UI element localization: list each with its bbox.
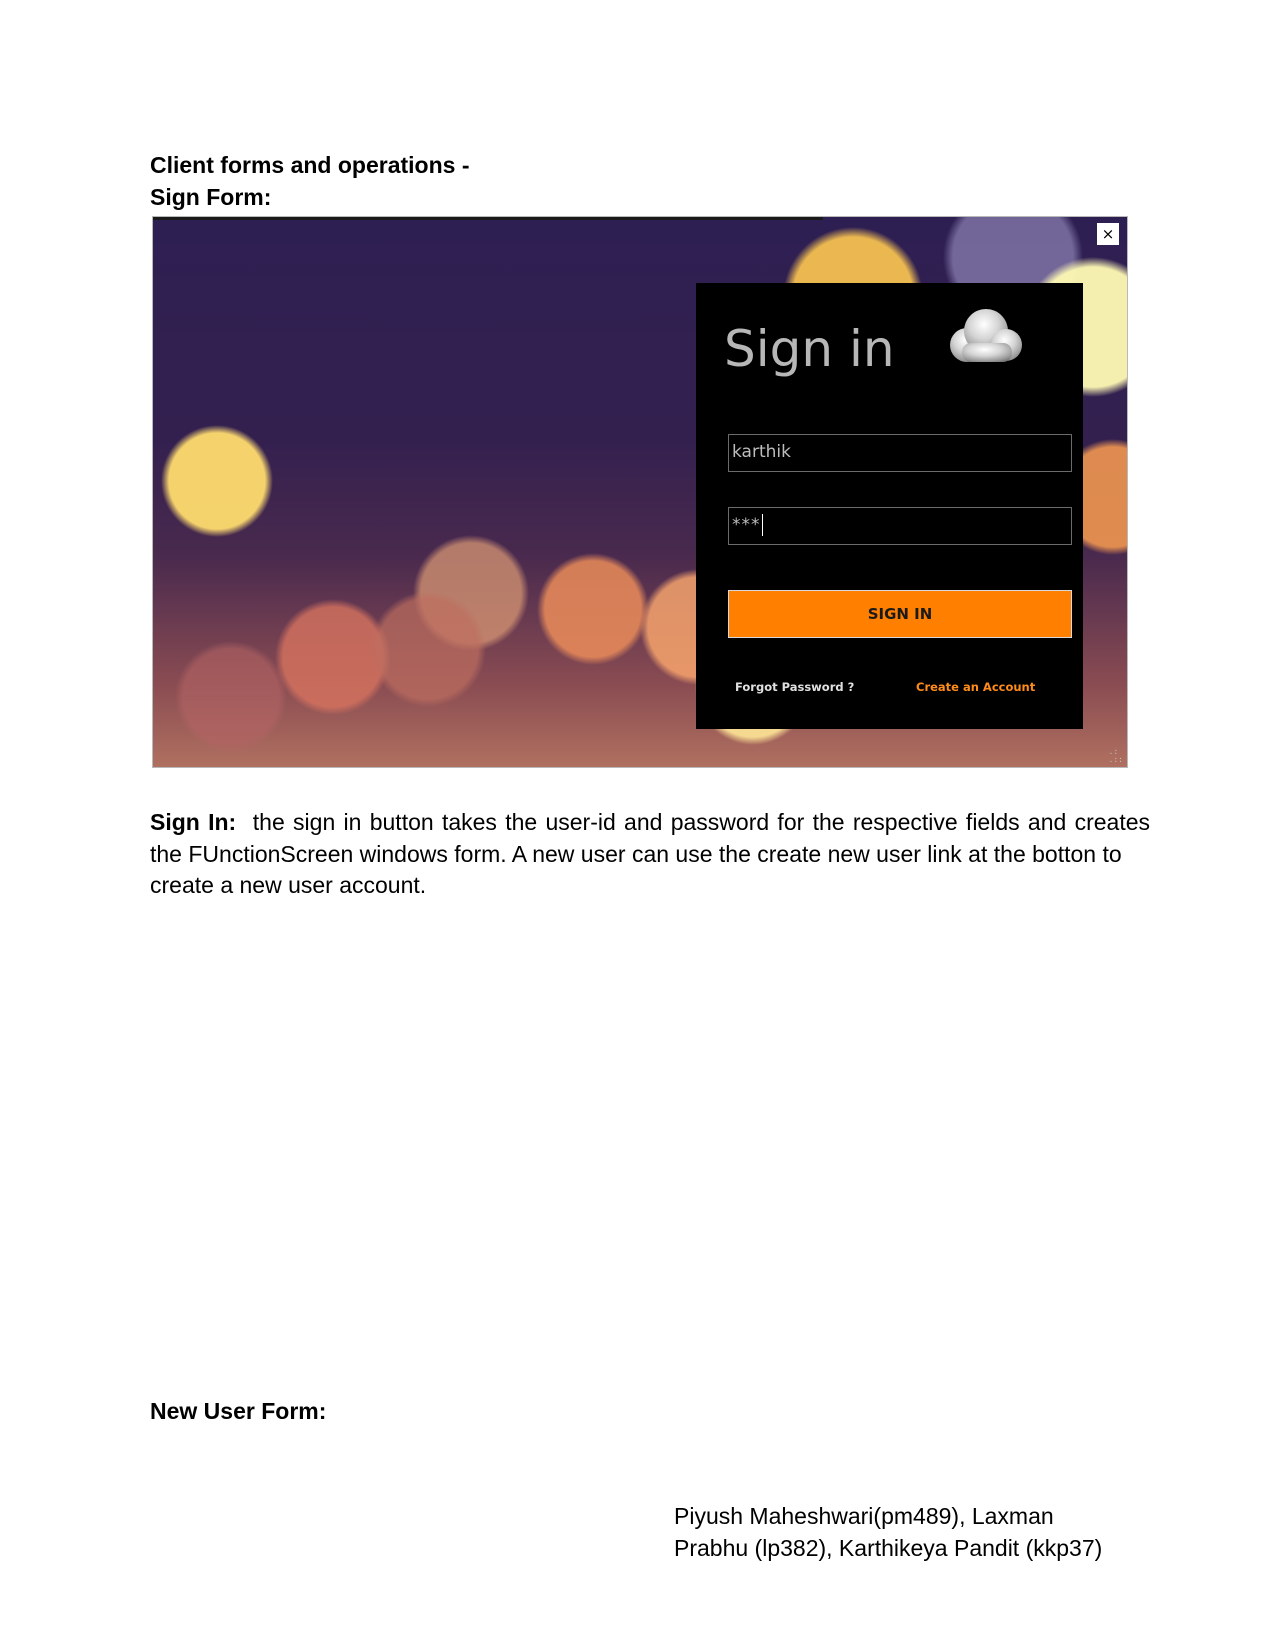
window-top-border	[153, 217, 823, 220]
sign-in-description-line-2: the FUnctionScreen windows form. A new u…	[150, 840, 1122, 867]
sign-in-description-line-1: the sign in button takes the user-id and…	[252, 809, 1150, 835]
password-value: ***	[732, 515, 761, 535]
section-heading-sign-form: Sign Form:	[150, 184, 272, 210]
sign-in-form-screenshot: × Sign in karthik *** SIGN IN Forgot Pas…	[152, 216, 1128, 768]
sign-in-title: Sign in	[724, 320, 895, 378]
sign-in-description: Sign In: the sign in button takes the us…	[150, 807, 1150, 902]
sign-in-button-label: SIGN IN	[867, 605, 933, 623]
authors: Piyush Maheshwari(pm489), Laxman Prabhu …	[674, 1500, 1102, 1564]
text-caret	[761, 514, 763, 536]
close-icon: ×	[1101, 225, 1115, 243]
sign-in-panel: Sign in karthik *** SIGN IN Forgot Passw…	[696, 283, 1083, 729]
authors-line-2: Prabhu (lp382), Karthikeya Pandit (kkp37…	[674, 1535, 1103, 1561]
sign-in-button[interactable]: SIGN IN	[728, 590, 1072, 638]
section-heading-client-forms: Client forms and operations -	[150, 152, 470, 178]
sign-in-description-line-3: create a new user account.	[150, 872, 427, 898]
close-button[interactable]: ×	[1097, 223, 1119, 245]
section-heading-new-user-form: New User Form:	[150, 1398, 327, 1424]
username-value: karthik	[732, 442, 791, 462]
resize-grip-icon[interactable]: .:.::	[1109, 748, 1123, 764]
forgot-password-link[interactable]: Forgot Password ?	[735, 680, 854, 694]
username-field[interactable]: karthik	[728, 434, 1072, 472]
create-account-link[interactable]: Create an Account	[916, 680, 1035, 694]
password-field[interactable]: ***	[728, 507, 1072, 545]
authors-line-1: Piyush Maheshwari(pm489), Laxman	[674, 1503, 1054, 1529]
cloud-icon	[950, 309, 1022, 362]
sign-in-description-label: Sign In:	[150, 809, 237, 835]
